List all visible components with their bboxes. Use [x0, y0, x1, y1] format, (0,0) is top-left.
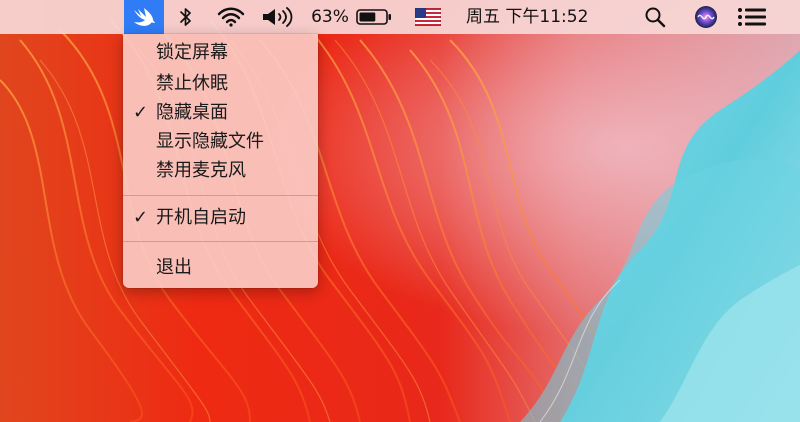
app-dropdown-menu: 锁定屏幕 禁止休眠 ✓ 隐藏桌面 显示隐藏文件 禁用麦克风 ✓ 开机自启动 退出 [123, 34, 318, 288]
list-icon [738, 8, 766, 26]
menu-item-disable-microphone[interactable]: 禁用麦克风 [123, 158, 318, 184]
menu-item-label: 禁用麦克风 [156, 160, 246, 181]
wifi-icon [217, 7, 245, 27]
wallpaper-art [0, 0, 800, 422]
menu-item-label: 禁止休眠 [156, 73, 228, 94]
battery-percent: 63% [308, 0, 352, 34]
menu-bar: 63% 周五 下午11:52 [0, 0, 800, 34]
checkmark-icon: ✓ [133, 102, 149, 123]
menu-item-show-hidden-files[interactable]: 显示隐藏文件 [123, 129, 318, 155]
desktop-wallpaper [0, 0, 800, 422]
volume-status-item[interactable] [261, 0, 297, 34]
menu-item-label: 显示隐藏文件 [156, 131, 264, 152]
menu-separator [123, 241, 318, 242]
menu-item-hide-desktop[interactable]: ✓ 隐藏桌面 [123, 100, 318, 126]
clock[interactable]: 周五 下午11:52 [466, 0, 614, 34]
volume-icon [263, 7, 293, 27]
bluetooth-status-item[interactable] [174, 0, 198, 34]
menu-item-label: 锁定屏幕 [156, 42, 228, 63]
menu-item-label: 开机自启动 [156, 207, 246, 228]
menu-item-launch-at-login[interactable]: ✓ 开机自启动 [123, 205, 318, 231]
battery-fill [359, 12, 376, 22]
menu-separator [123, 195, 318, 196]
menu-item-label: 退出 [156, 257, 192, 278]
siri-button[interactable] [691, 0, 721, 34]
clock-label: 周五 下午11:52 [466, 7, 589, 27]
input-source-item[interactable] [413, 0, 443, 34]
search-icon [645, 7, 666, 28]
siri-icon [695, 6, 717, 28]
us-flag-icon [415, 8, 441, 26]
swift-bird-icon [134, 8, 155, 26]
battery-status-item[interactable] [355, 0, 393, 34]
notification-center-button[interactable] [735, 0, 769, 34]
battery-icon [356, 9, 391, 25]
menu-item-quit[interactable]: 退出 [123, 255, 318, 281]
menu-item-lock-screen[interactable]: 锁定屏幕 [123, 40, 318, 66]
spotlight-button[interactable] [640, 0, 670, 34]
menu-item-prevent-sleep[interactable]: 禁止休眠 [123, 71, 318, 97]
wifi-status-item[interactable] [214, 0, 248, 34]
checkmark-icon: ✓ [133, 207, 149, 228]
battery-percent-label: 63% [311, 7, 349, 27]
menu-item-label: 隐藏桌面 [156, 102, 228, 123]
app-status-item[interactable] [124, 0, 164, 34]
bluetooth-icon [180, 8, 191, 26]
